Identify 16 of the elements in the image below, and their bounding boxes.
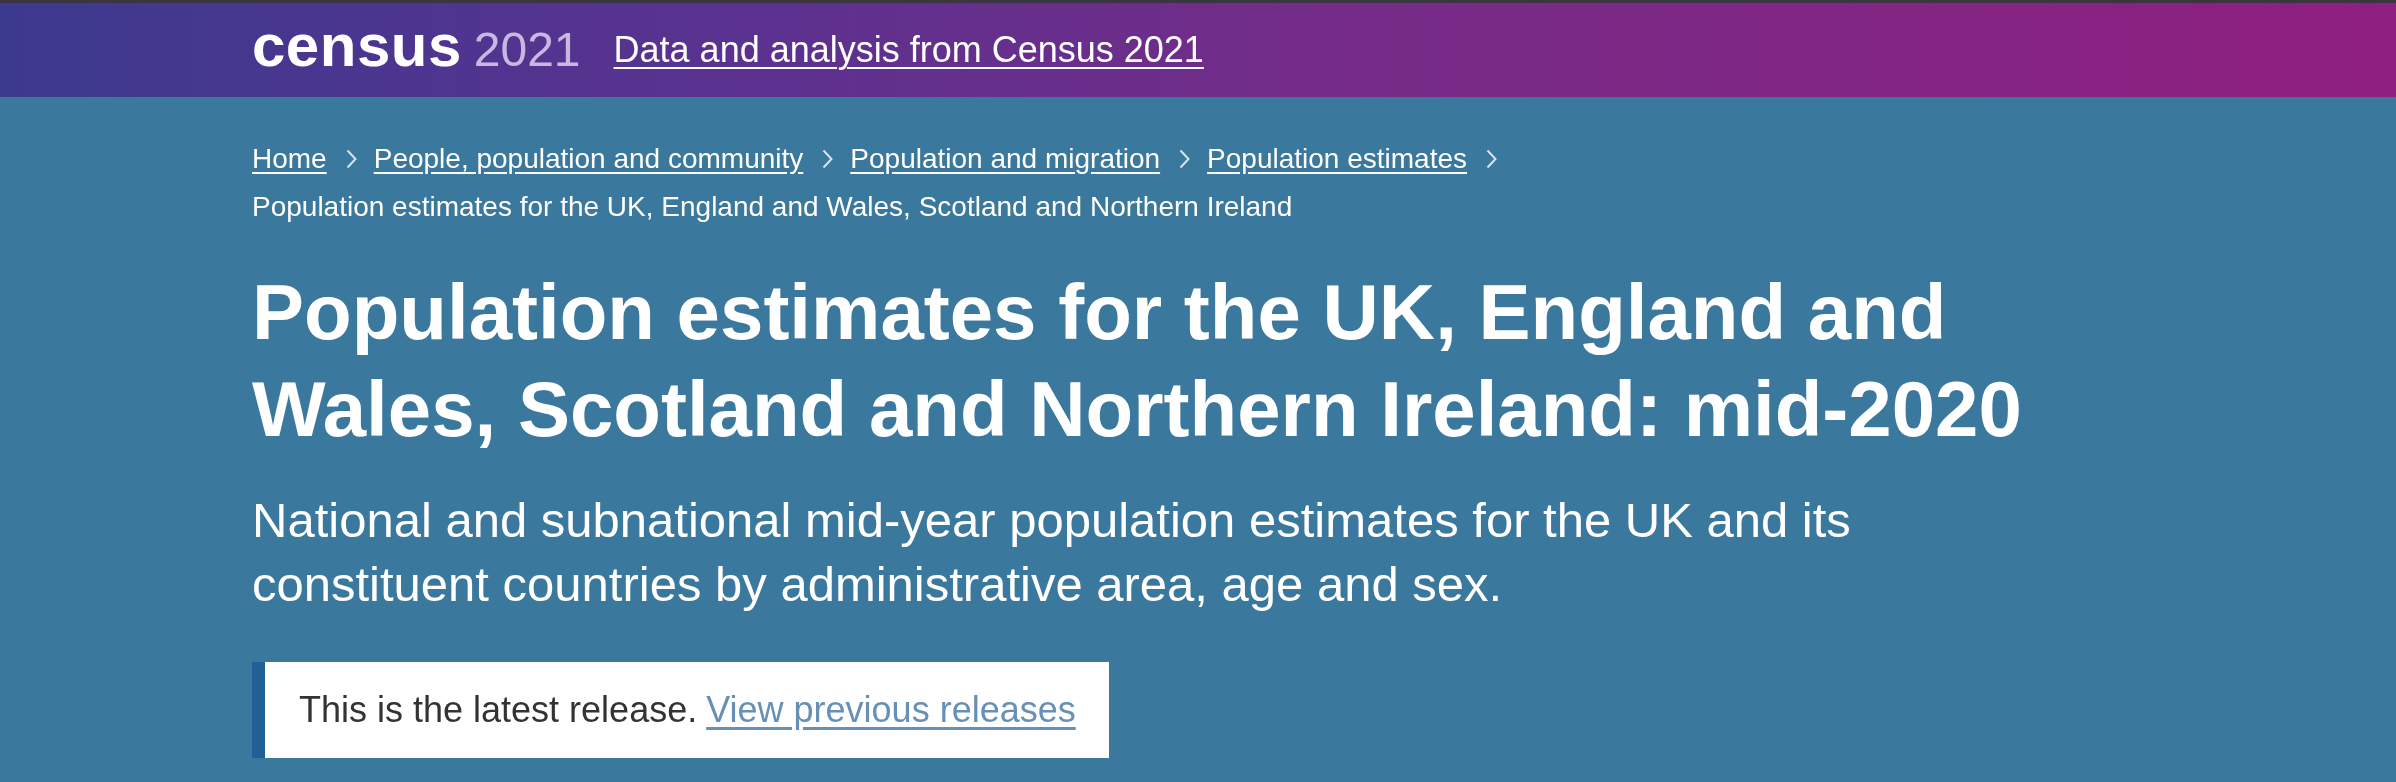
previous-releases-link[interactable]: View previous releases [706, 689, 1076, 731]
chevron-right-icon [1179, 149, 1191, 169]
header-link[interactable]: Data and analysis from Census 2021 [613, 29, 1204, 71]
breadcrumb-link[interactable]: Home [252, 143, 327, 175]
chevron-right-icon [345, 149, 357, 169]
page-title: Population estimates for the UK, England and Wales, Scotland and Northern Ireland: mid-2020 [252, 267, 2023, 455]
breadcrumb-link[interactable]: Population and migration [850, 143, 1161, 175]
chevron-right-icon [1486, 149, 1498, 169]
breadcrumb-link[interactable]: People, population and community [373, 143, 804, 175]
notice-text: This is the latest release. [299, 689, 698, 731]
logo-wordmark[interactable]: census [252, 16, 462, 76]
chevron-right-icon [822, 149, 834, 169]
breadcrumb-current: Population estimates for the UK, England and Wales, Scotland and Northern Ireland [252, 190, 1293, 224]
logo-year[interactable]: 2021 [473, 26, 581, 74]
page-subtitle: National and subnational mid-year population estimates for the UK and its constituent countries by administrative area, age and sex. [252, 492, 1852, 613]
breadcrumb-link[interactable]: Population estimates [1207, 143, 1468, 175]
